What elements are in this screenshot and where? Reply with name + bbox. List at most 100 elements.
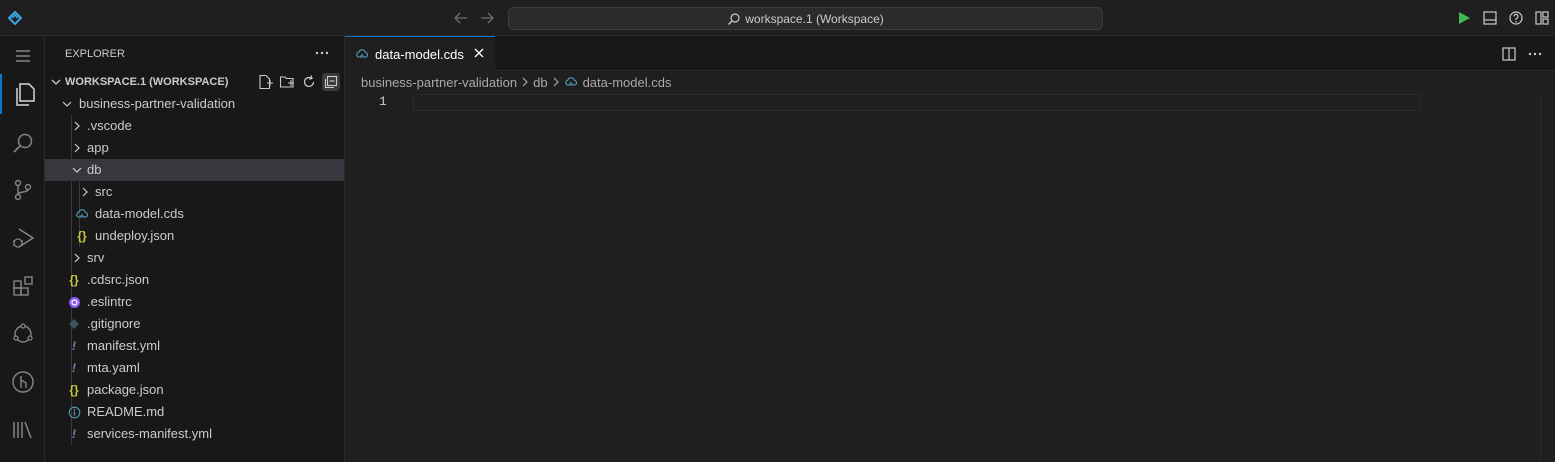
toggle-panel-icon[interactable]	[1482, 10, 1498, 26]
editor-tab-bar: data-model.cds	[345, 36, 1555, 71]
yaml-file-icon: !	[72, 339, 76, 353]
cds-file-icon	[75, 203, 89, 225]
source-control-icon[interactable]	[0, 170, 45, 210]
refresh-icon[interactable]	[300, 73, 318, 91]
explorer-sidebar: EXPLORER WORKSPACE.1 (WORKSPACE) busines…	[45, 36, 345, 462]
chevron-right-icon	[74, 253, 80, 263]
overview-ruler[interactable]	[1540, 93, 1555, 462]
tree-label: .gitignore	[87, 316, 141, 331]
help-icon[interactable]	[1508, 10, 1524, 26]
title-bar: workspace.1 (Workspace)	[0, 0, 1555, 36]
search-icon	[728, 12, 740, 25]
workspace-section-header[interactable]: WORKSPACE.1 (WORKSPACE)	[45, 71, 344, 93]
new-folder-icon[interactable]	[278, 73, 296, 91]
tree-label: db	[87, 162, 102, 177]
json-file-icon: {}	[69, 273, 79, 287]
chevron-right-icon	[519, 76, 531, 88]
workspace-title: WORKSPACE.1 (WORKSPACE)	[65, 76, 229, 88]
tree-label: mta.yaml	[87, 360, 140, 375]
new-file-icon[interactable]	[256, 73, 274, 91]
library-icon[interactable]	[0, 410, 45, 450]
json-file-icon: {}	[77, 229, 87, 243]
file-tree: business-partner-validation .vscode app …	[45, 93, 344, 445]
app-logo-icon	[6, 9, 24, 27]
tree-file-mta-yaml[interactable]: ! mta.yaml	[45, 357, 344, 379]
breadcrumb: business-partner-validation db data-mode…	[345, 71, 1555, 93]
chevron-down-icon	[72, 167, 82, 173]
chevron-right-icon	[74, 121, 80, 131]
yaml-file-icon: !	[72, 427, 76, 441]
chevron-right-icon	[550, 76, 562, 88]
more-actions-icon[interactable]	[1527, 46, 1543, 65]
chevron-right-icon	[74, 143, 80, 153]
tree-file-cdsrc-json[interactable]: {} .cdsrc.json	[45, 269, 344, 291]
tree-label: data-model.cds	[95, 206, 184, 221]
tree-folder-db[interactable]: db	[45, 159, 344, 181]
command-center-search[interactable]: workspace.1 (Workspace)	[508, 7, 1103, 30]
tree-label: .eslintrc	[87, 294, 132, 309]
customize-layout-icon[interactable]	[1534, 10, 1550, 26]
search-icon[interactable]	[0, 123, 45, 163]
tree-label: business-partner-validation	[79, 96, 236, 111]
chevron-down-icon	[51, 79, 61, 85]
tree-label: undeploy.json	[95, 228, 175, 243]
tree-label: manifest.yml	[87, 338, 160, 353]
tree-file-gitignore[interactable]: .gitignore	[45, 313, 344, 335]
code-editor[interactable]: 1	[345, 93, 1555, 462]
eslint-file-icon	[67, 291, 81, 313]
chevron-right-icon	[82, 187, 88, 197]
cloud-services-icon[interactable]	[0, 314, 45, 354]
command-center-label: workspace.1 (Workspace)	[745, 11, 884, 26]
git-file-icon	[67, 313, 81, 335]
arrow-left-icon[interactable]	[452, 9, 470, 27]
tree-label: services-manifest.yml	[87, 426, 212, 441]
activity-bar	[0, 36, 45, 462]
menu-icon[interactable]	[0, 36, 45, 76]
tree-folder-business-partner-validation[interactable]: business-partner-validation	[45, 93, 344, 115]
tree-folder-srv[interactable]: srv	[45, 247, 344, 269]
yaml-file-icon: !	[72, 361, 76, 375]
tree-file-package-json[interactable]: {} package.json	[45, 379, 344, 401]
breadcrumb-item[interactable]: data-model.cds	[583, 75, 672, 90]
split-editor-icon[interactable]	[1501, 46, 1517, 65]
line-number: 1	[379, 94, 387, 109]
breadcrumb-item[interactable]: db	[533, 75, 547, 90]
tree-label: app	[87, 140, 109, 155]
tree-file-readme-md[interactable]: README.md	[45, 401, 344, 423]
tree-label: .vscode	[87, 118, 132, 133]
cds-file-icon	[356, 49, 368, 58]
extensions-icon[interactable]	[0, 266, 45, 306]
tree-label: srv	[87, 250, 105, 265]
git-graph-icon[interactable]	[0, 362, 45, 402]
breadcrumb-item[interactable]: business-partner-validation	[361, 75, 517, 90]
run-debug-icon[interactable]	[0, 218, 45, 258]
tree-label: src	[95, 184, 113, 199]
cds-file-icon	[564, 75, 578, 89]
tree-file-services-manifest-yml[interactable]: ! services-manifest.yml	[45, 423, 344, 445]
tree-label: .cdsrc.json	[87, 272, 150, 287]
tree-file-undeploy-json[interactable]: {} undeploy.json	[45, 225, 344, 247]
info-file-icon	[67, 401, 81, 423]
json-file-icon: {}	[69, 383, 79, 397]
tree-folder-vscode[interactable]: .vscode	[45, 115, 344, 137]
current-line-highlight	[413, 94, 1421, 111]
editor-area: data-model.cds business-partner-validati…	[345, 36, 1555, 462]
tab-data-model-cds[interactable]: data-model.cds	[345, 36, 495, 71]
more-actions-icon[interactable]	[314, 45, 330, 64]
run-icon[interactable]	[1456, 10, 1472, 26]
tree-folder-src[interactable]: src	[45, 181, 344, 203]
tab-label: data-model.cds	[375, 46, 464, 62]
tree-label: package.json	[87, 382, 164, 397]
tree-label: README.md	[87, 404, 165, 419]
explorer-title: EXPLORER	[65, 47, 125, 60]
tree-folder-app[interactable]: app	[45, 137, 344, 159]
arrow-right-icon[interactable]	[478, 9, 496, 27]
close-icon[interactable]	[473, 47, 485, 62]
tree-file-manifest-yml[interactable]: ! manifest.yml	[45, 335, 344, 357]
explorer-icon[interactable]	[0, 74, 45, 114]
tree-file-eslintrc[interactable]: .eslintrc	[45, 291, 344, 313]
collapse-all-icon[interactable]	[322, 73, 340, 91]
tree-file-data-model-cds[interactable]: data-model.cds	[45, 203, 344, 225]
chevron-down-icon	[62, 101, 72, 107]
explorer-header: EXPLORER	[45, 36, 344, 71]
